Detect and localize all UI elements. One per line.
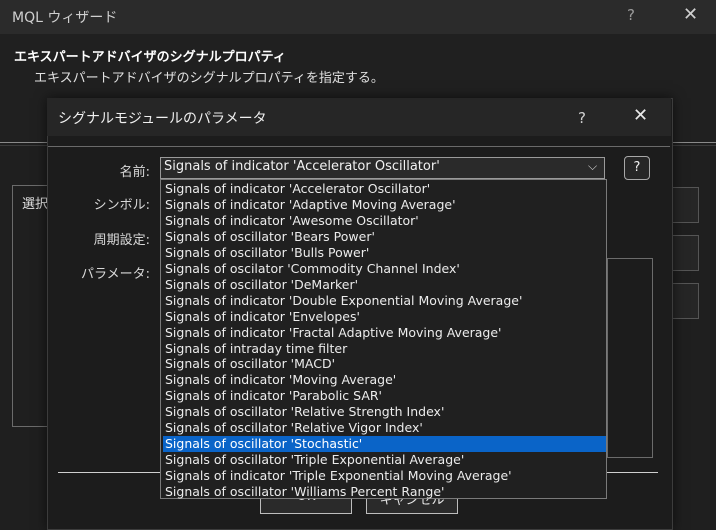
dialog-help-icon[interactable]: ?: [578, 109, 586, 127]
dropdown-option[interactable]: Signals of indicator 'Adaptive Moving Av…: [163, 197, 606, 213]
dropdown-option[interactable]: Signals of oscillator 'Triple Exponentia…: [163, 452, 606, 468]
symbol-label: シンボル:: [93, 198, 150, 213]
wizard-title: MQL ウィザード: [12, 10, 118, 26]
dropdown-option[interactable]: Signals of indicator 'Accelerator Oscill…: [163, 181, 606, 197]
dropdown-option[interactable]: Signals of oscillator 'Bears Power': [163, 229, 606, 245]
dialog-title: シグナルモジュールのパラメータ: [58, 111, 267, 127]
dropdown-option[interactable]: Signals of oscillator 'Bulls Power': [163, 245, 606, 261]
dropdown-option[interactable]: Signals of oscillator 'Stochastic': [163, 436, 606, 453]
dropdown-option[interactable]: Signals of intraday time filter: [163, 341, 606, 357]
wizard-edit-button[interactable]: [670, 235, 699, 271]
dropdown-option[interactable]: Signals of oscillator 'DeMarker': [163, 277, 606, 293]
dialog-divider: [48, 146, 670, 147]
dropdown-option[interactable]: Signals of indicator 'Double Exponential…: [163, 293, 606, 309]
dropdown-option[interactable]: Signals of indicator 'Parabolic SAR': [163, 388, 606, 404]
chevron-down-icon[interactable]: ⌵: [588, 159, 597, 174]
parameters-label: パラメータ:: [81, 267, 150, 282]
dropdown-option[interactable]: Signals of oscillator 'Williams Percent …: [163, 484, 606, 500]
dropdown-option[interactable]: Signals of indicator 'Moving Average': [163, 372, 606, 388]
wizard-close-icon[interactable]: ✕: [683, 4, 698, 25]
name-label: 名前:: [119, 165, 150, 180]
signal-dropdown-list[interactable]: Signals of indicator 'Accelerator Oscill…: [160, 179, 607, 499]
dropdown-option[interactable]: Signals of oscilator 'Commodity Channel …: [163, 261, 606, 277]
dropdown-option[interactable]: Signals of indicator 'Fractal Adaptive M…: [163, 325, 606, 341]
dropdown-option[interactable]: Signals of oscillator 'Relative Vigor In…: [163, 420, 606, 436]
wizard-delete-button[interactable]: [670, 283, 699, 319]
dropdown-option[interactable]: Signals of indicator 'Envelopes': [163, 309, 606, 325]
wizard-header-subtitle: エキスパートアドバイザのシグナルプロパティを指定する。: [34, 71, 384, 86]
dropdown-option[interactable]: Signals of oscillator 'Relative Strength…: [163, 404, 606, 420]
wizard-add-button[interactable]: [670, 187, 699, 223]
wizard-header-title: エキスパートアドバイザのシグナルプロパティ: [14, 50, 286, 65]
dropdown-option[interactable]: Signals of oscillator 'MACD': [163, 356, 606, 372]
signal-name-combo-value: Signals of indicator 'Accelerator Oscill…: [164, 159, 440, 174]
dialog-close-icon[interactable]: ✕: [633, 105, 648, 126]
dropdown-option[interactable]: Signals of indicator 'Awesome Oscillator…: [163, 213, 606, 229]
wizard-help-icon[interactable]: ?: [627, 6, 635, 24]
period-label: 周期設定:: [93, 233, 150, 248]
module-help-button[interactable]: ?: [624, 156, 650, 180]
dropdown-option[interactable]: Signals of indicator 'Triple Exponential…: [163, 468, 606, 484]
parameters-table: [607, 258, 653, 458]
wizard-selected-label: 選択: [22, 197, 49, 212]
